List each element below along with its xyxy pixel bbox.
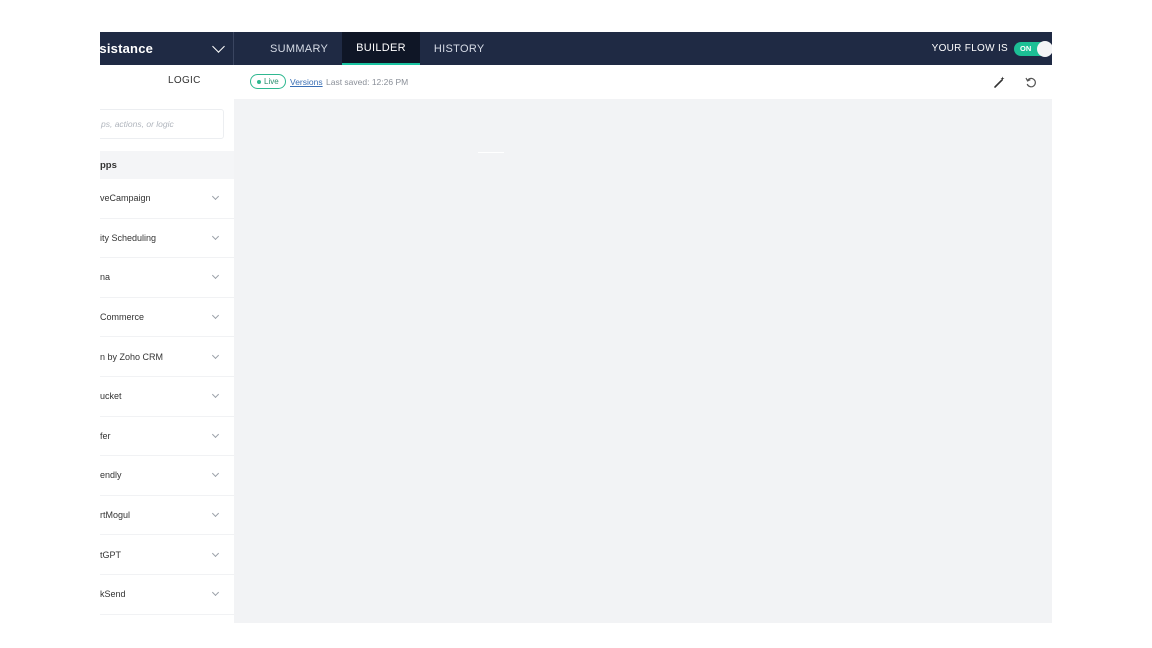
builder-subbar: LOGIC Live Versions Last saved: 12:26 PM [100,65,1052,99]
app-list: veCampaign ity Scheduling na Commerce n … [100,179,234,615]
top-navigation-bar: ssistance SUMMARY BUILDER HISTORY YOUR F… [100,32,1052,65]
app-item-label: tGPT [100,549,122,560]
app-item[interactable]: tGPT [100,535,234,575]
app-item-label: veCampaign [100,193,151,204]
live-badge: Live [250,74,286,89]
chevron-down-icon [211,589,220,597]
app-item-label: kSend [100,589,126,600]
search-input[interactable]: ps, actions, or logic [100,109,224,139]
chevron-down-icon [211,312,220,320]
tab-history[interactable]: HISTORY [420,32,499,65]
apps-section-header: pps [100,151,234,179]
builder-canvas[interactable] [234,99,1052,623]
toggle-state-label: ON [1020,44,1032,53]
flow-status-label: YOUR FLOW IS [931,43,1008,54]
apps-sidebar: ps, actions, or logic pps veCampaign ity… [100,99,234,623]
chevron-down-icon [211,510,220,518]
flow-name-dropdown[interactable]: ssistance [100,32,234,65]
app-item[interactable]: n by Zoho CRM [100,337,234,377]
app-item-label: n by Zoho CRM [100,351,164,362]
flow-on-toggle[interactable]: ON [1014,40,1052,57]
app-item[interactable]: fer [100,417,234,457]
chevron-down-icon [211,430,220,438]
app-frame: ssistance SUMMARY BUILDER HISTORY YOUR F… [100,32,1052,623]
app-item[interactable]: ucket [100,377,234,417]
app-item-label: rtMogul [100,510,131,521]
app-item[interactable]: kSend [100,575,234,615]
app-item-label: Commerce [100,312,145,323]
flow-name: ssistance [100,41,154,56]
chevron-down-icon [212,39,225,53]
magic-wand-icon[interactable] [992,75,1006,89]
chevron-down-icon [211,193,220,201]
chevron-down-icon [211,351,220,359]
undo-icon[interactable] [1024,75,1038,89]
app-item[interactable]: Commerce [100,298,234,338]
live-dot-icon [257,79,261,84]
app-item[interactable]: rtMogul [100,496,234,536]
app-item-label: na [100,272,111,283]
chevron-down-icon [211,391,220,399]
logic-tab[interactable]: LOGIC [168,75,201,86]
app-item-label: ucket [100,391,122,402]
canvas-connector-line [478,152,504,153]
tab-summary[interactable]: SUMMARY [256,32,342,65]
app-item-label: ity Scheduling [100,232,157,243]
app-item[interactable]: na [100,258,234,298]
app-item-label: endly [100,470,122,481]
last-saved-text: Last saved: 12:26 PM [326,77,409,87]
chevron-down-icon [211,272,220,280]
live-badge-label: Live [264,77,279,86]
app-item[interactable]: ity Scheduling [100,219,234,259]
chevron-down-icon [211,470,220,478]
nav-tabs: SUMMARY BUILDER HISTORY [256,32,499,65]
chevron-down-icon [211,232,220,240]
tab-builder[interactable]: BUILDER [342,32,420,65]
flow-status: YOUR FLOW IS ON [932,32,1052,65]
toggle-knob [1037,40,1052,57]
app-item[interactable]: veCampaign [100,179,234,219]
app-item-label: fer [100,430,111,441]
app-item[interactable]: endly [100,456,234,496]
versions-link[interactable]: Versions [290,77,323,87]
chevron-down-icon [211,549,220,557]
